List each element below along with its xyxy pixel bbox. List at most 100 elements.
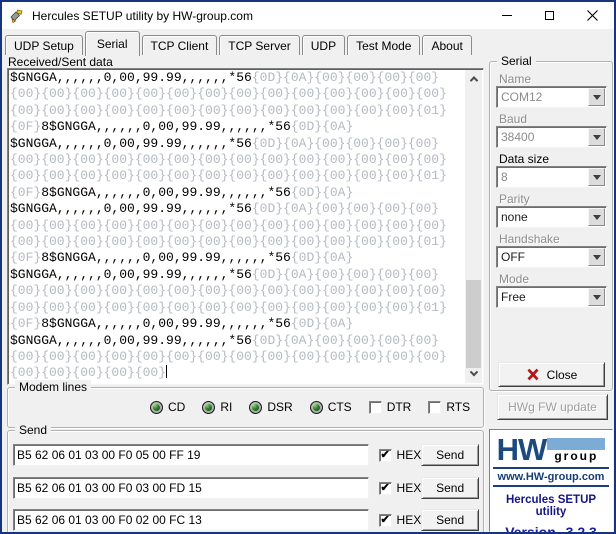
hw-group-logo: HW group (490, 434, 612, 465)
close-button[interactable]: Close (498, 362, 605, 387)
red-x-icon (527, 368, 539, 381)
combo-value: Free (501, 290, 526, 304)
serial-data-size-combo[interactable]: 8 (496, 166, 607, 188)
combo-value: OFF (501, 250, 525, 264)
close-window-button[interactable] (571, 2, 614, 29)
send-button-3[interactable]: Send (421, 509, 479, 531)
hwg-fw-update-button[interactable]: HWg FW update (497, 394, 608, 420)
title-bar[interactable]: Hercules SETUP utility by HW-group.com (2, 2, 614, 29)
send-legend: Send (15, 423, 52, 437)
terminal-text-segment: $GNGGA,,,,,,0,00,99.99,,,,,,*56 (10, 201, 252, 217)
terminal-line: {0F}8$GNGGA,,,,,,0,00,99.99,,,,,,*56{0D}… (10, 185, 463, 201)
terminal-text-segment: {0D}{0A}{00}{00}{00}{00} (251, 332, 440, 348)
serial-baud-label: Baud (499, 112, 528, 126)
scroll-up-button[interactable] (465, 70, 482, 87)
tab-tcp-client[interactable]: TCP Client (141, 35, 218, 55)
send-button-2[interactable]: Send (421, 477, 479, 499)
led-label: CTS (327, 400, 352, 414)
send-input-1[interactable] (13, 444, 369, 466)
serial-parity-label: Parity (499, 192, 530, 206)
led-indicator-dsr (249, 400, 263, 414)
hex-checkbox-1[interactable]: ✔ (378, 448, 392, 462)
tab-tcp-server[interactable]: TCP Server (219, 35, 300, 55)
minimize-button[interactable] (485, 2, 528, 29)
terminal-line: {00}{00}{00}{00}{00}{00}{00}{00}{00}{00}… (10, 218, 463, 234)
terminal-line: {00}{00}{00}{00}{00}{00}{00}{00}{00}{00}… (10, 103, 463, 119)
serial-handshake-combo[interactable]: OFF (496, 246, 607, 268)
serial-name-label: Name (499, 72, 532, 86)
terminal-text-segment: {0D}{0A} (290, 250, 354, 266)
chevron-down-icon (592, 254, 601, 260)
combo-dropdown-button[interactable] (588, 168, 605, 186)
send-button-1[interactable]: Send (421, 444, 479, 466)
tab-serial[interactable]: Serial (84, 31, 140, 56)
scrollbar-thumb[interactable] (466, 280, 481, 368)
window-controls (485, 2, 614, 29)
serial-name-combo[interactable]: COM12 (496, 86, 607, 108)
send-input-3[interactable] (13, 509, 369, 531)
tab-about[interactable]: About (422, 35, 472, 55)
terminal-line: {0F}8$GNGGA,,,,,,0,00,99.99,,,,,,*56{0D}… (10, 316, 463, 332)
dtr-checkbox[interactable] (368, 400, 382, 414)
terminal-text-segment: {0D}{0A}{00}{00}{00}{00} (251, 201, 440, 217)
logo-right-block: group (547, 438, 606, 465)
hex-checkbox-2[interactable]: ✔ (378, 481, 392, 495)
modem-led-item-cd: CD (150, 400, 185, 414)
terminal-line: {00}{00}{00}{00}{00}{00}{00}{00}{00}{00}… (10, 234, 463, 250)
send-input-2[interactable] (13, 477, 369, 499)
terminal-text-segment: {00}{00}{00}{00}{00} (10, 365, 167, 381)
combo-value: COM12 (501, 90, 543, 104)
terminal-text-segment: {0F} (10, 250, 42, 266)
send-row: ✔ HEXSend (13, 509, 479, 531)
terminal-text-segment: $GNGGA,,,,,,0,00,99.99,,,,,,*56 (10, 70, 252, 85)
logo-group-text: group (554, 449, 599, 463)
terminal-line: {00}{00}{00}{00}{00}{00}{00}{00}{00}{00}… (10, 152, 463, 168)
tab-udp[interactable]: UDP (301, 35, 346, 55)
terminal-scrollbar[interactable] (465, 70, 482, 383)
maximize-button[interactable] (528, 2, 571, 29)
combo-dropdown-button[interactable] (588, 248, 605, 266)
modem-led-item-cts: CTS (309, 400, 352, 414)
terminal-text-segment: $GNGGA,,,,,,0,00,99.99,,,,,,*56 (10, 135, 252, 151)
chevron-down-icon (592, 134, 601, 140)
tab-udp-setup[interactable]: UDP Setup (5, 35, 83, 55)
terminal-text-segment: {0F} (10, 184, 42, 200)
modem-checkbox-item-rts: RTS (428, 400, 470, 414)
terminal-text-segment: 8$GNGGA,,,,,,0,00,99.99,,,,,,*56 (41, 119, 291, 135)
version-text: Version 3.2.3 (505, 524, 597, 534)
terminal-text-segment: {0D}{0A}{00}{00}{00}{00} (251, 266, 440, 282)
serial-parity-combo[interactable]: none (496, 206, 607, 228)
combo-dropdown-button[interactable] (588, 288, 605, 306)
modem-lines-legend: Modem lines (15, 380, 92, 394)
close-button-label: Close (546, 367, 578, 382)
terminal-text-segment: {00}{00}{00}{00}{00}{00}{00}{00}{00}{00}… (10, 299, 447, 315)
terminal-text-segment: {00}{00}{00}{00}{00}{00}{00}{00}{00}{00}… (10, 152, 447, 168)
terminal-text-segment: 8$GNGGA,,,,,,0,00,99.99,,,,,,*56 (41, 316, 291, 332)
led-label: DSR (267, 400, 293, 414)
hex-label: HEX (396, 513, 422, 527)
close-icon (587, 10, 598, 21)
terminal-text-segment: {0F} (10, 119, 42, 135)
modem-row: CD RI DSR CTS DTR RTS (150, 400, 473, 414)
serial-handshake-label: Handshake (499, 232, 560, 246)
combo-dropdown-button[interactable] (588, 88, 605, 106)
window-title: Hercules SETUP utility by HW-group.com (32, 8, 253, 23)
tab-test-mode[interactable]: Test Mode (347, 35, 421, 55)
serial-baud-combo[interactable]: 38400 (496, 126, 607, 148)
fw-update-label: HWg FW update (508, 400, 597, 414)
rts-checkbox[interactable] (428, 400, 442, 414)
modem-led-item-dsr: DSR (249, 400, 293, 414)
hex-label: HEX (396, 481, 422, 495)
combo-dropdown-button[interactable] (588, 208, 605, 226)
website-link[interactable]: www.HW-group.com (493, 467, 609, 487)
send-group: Send ✔HEXSend✔HEXSend✔HEXSend (7, 423, 484, 532)
hex-checkbox-3[interactable]: ✔ (378, 513, 392, 527)
branding-panel: HW group www.HW-group.com Hercules SETUP… (489, 429, 613, 532)
combo-dropdown-button[interactable] (588, 128, 605, 146)
serial-mode-combo[interactable]: Free (496, 286, 607, 308)
terminal-output[interactable]: $GNGGA,,,,,,0,00,99.99,,,,,,*56{0D}{0A}{… (7, 68, 484, 385)
scroll-down-button[interactable] (465, 366, 482, 383)
hex-label: HEX (396, 448, 422, 462)
terminal-text-segment: {0D}{0A} (290, 119, 354, 135)
terminal-text-segment: {0D}{0A} (290, 316, 354, 332)
